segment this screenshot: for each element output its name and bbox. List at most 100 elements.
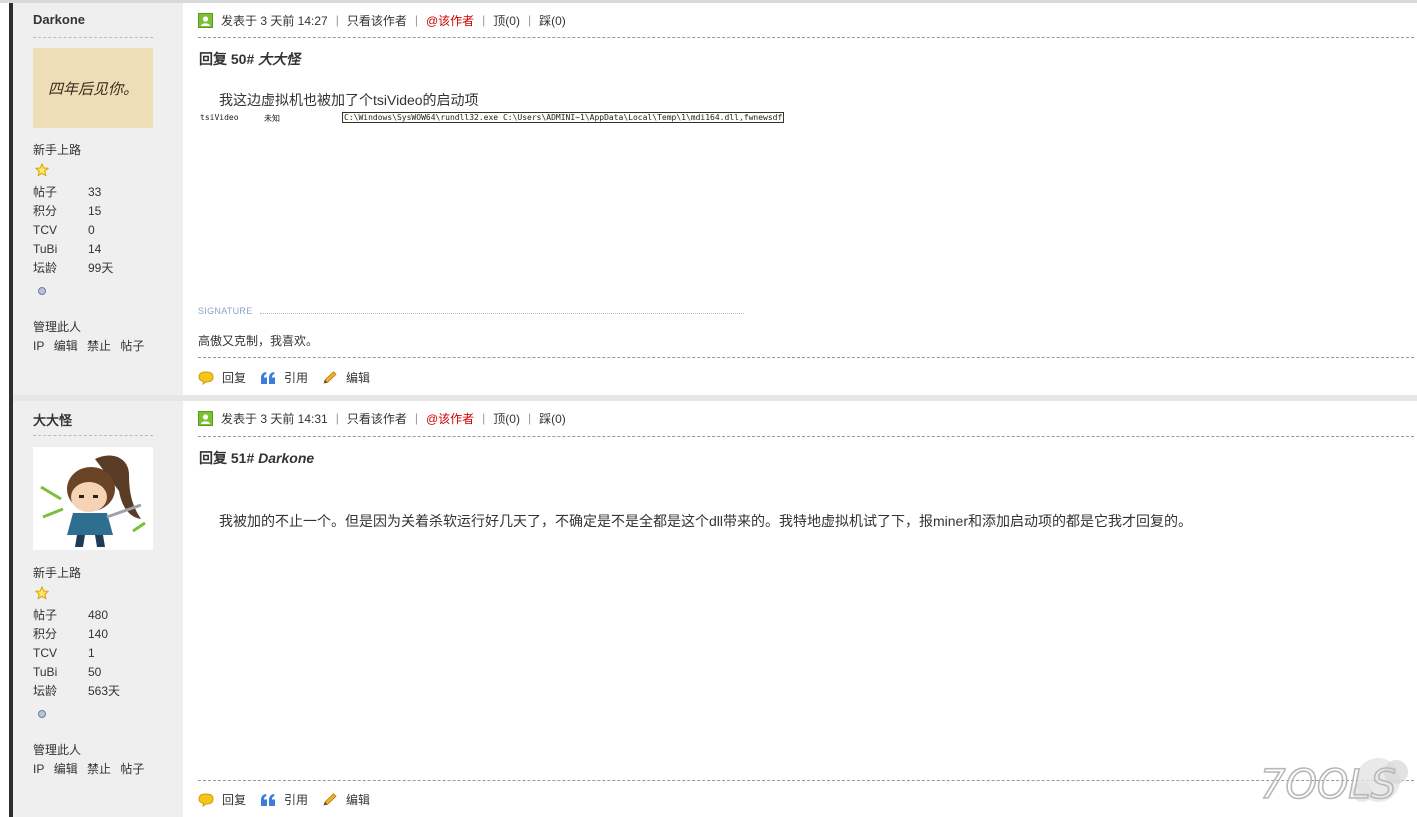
reply-icon	[198, 370, 214, 385]
stat-label: TCV	[33, 222, 57, 237]
manage-ip-link[interactable]: IP	[33, 762, 44, 776]
reply-to-user[interactable]: Darkone	[258, 450, 314, 466]
post-content: 我这边虚拟机也被加了个tsiVideo的启动项	[219, 92, 479, 108]
user-stats: 帖子 33 积分 15 TCV 0 TuBi 14 坛龄 99天	[31, 182, 115, 277]
user-group: 新手上路	[33, 566, 82, 580]
online-status-icon	[38, 287, 46, 295]
separator: |	[527, 411, 532, 425]
stat-value: 140	[88, 626, 109, 641]
divider	[198, 780, 1414, 781]
stat-label: TuBi	[33, 241, 58, 256]
registry-entry: tsiVideo 未知 C:\Windows\SysWOW64\rundll32…	[200, 112, 785, 123]
stat-label: 帖子	[33, 185, 58, 199]
stat-value: 563天	[88, 684, 121, 698]
post-time: 发表于 3 天前 14:31	[221, 411, 328, 426]
pencil-icon	[323, 792, 337, 806]
registry-command: C:\Windows\SysWOW64\rundll32.exe C:\User…	[342, 112, 785, 123]
online-status-icon	[38, 710, 46, 718]
edit-label: 编辑	[346, 371, 371, 385]
manage-posts-link[interactable]: 帖子	[120, 339, 144, 353]
star-icon	[35, 586, 49, 600]
manage-ip-link[interactable]: IP	[33, 339, 44, 353]
stat-value: 15	[88, 203, 102, 218]
reply-button[interactable]: 回复	[198, 369, 246, 386]
separator: |	[414, 13, 418, 27]
site-watermark: 7OOLS	[1259, 758, 1408, 809]
post-meta: 发表于 3 天前 14:27 | 只看该作者 | @该作者 | 顶(0) | 踩…	[198, 11, 566, 29]
only-author-link[interactable]: 只看该作者	[347, 12, 407, 29]
stat-label: 积分	[33, 627, 58, 641]
divider	[33, 435, 153, 436]
divider	[198, 37, 1414, 38]
separator: |	[335, 411, 339, 425]
avatar[interactable]	[33, 447, 153, 550]
avatar[interactable]: 四年后见你。	[33, 48, 153, 128]
reply-label: 回复	[222, 371, 247, 385]
reply-number: 回复 51#	[199, 450, 255, 466]
quote-icon	[261, 793, 276, 806]
quote-icon	[261, 371, 276, 384]
stat-label: 帖子	[33, 608, 58, 622]
author-name[interactable]: 大大怪	[33, 410, 72, 429]
separator: |	[414, 411, 418, 425]
upvote-link[interactable]: 顶(0)	[493, 12, 520, 29]
mention-author-link[interactable]: @该作者	[426, 12, 474, 29]
separator: |	[335, 13, 339, 27]
post-icon	[198, 410, 213, 426]
manage-ban-link[interactable]: 禁止	[87, 762, 111, 776]
quote-button[interactable]: 引用	[260, 369, 308, 386]
pencil-icon	[323, 370, 337, 384]
post-content: 我被加的不止一个。但是因为关着杀软运行好几天了，不确定是不是全都是这个dll带来…	[219, 513, 1193, 529]
star-icon	[35, 163, 49, 177]
manage-links: IP 编辑 禁止 帖子	[33, 337, 150, 354]
divider	[198, 436, 1414, 437]
post-actions: 回复 引用 编辑	[198, 791, 384, 808]
quote-label: 引用	[284, 793, 309, 807]
quote-label: 引用	[284, 371, 309, 385]
stat-value: 0	[88, 222, 95, 237]
stat-value[interactable]: 33	[86, 182, 115, 201]
post-title: 回复 50# 大大怪	[199, 49, 300, 69]
post-icon	[198, 12, 213, 28]
reply-to-user[interactable]: 大大怪	[258, 51, 300, 67]
post-main: 发表于 3 天前 14:27 | 只看该作者 | @该作者 | 顶(0) | 踩…	[198, 3, 1414, 395]
downvote-link[interactable]: 踩(0)	[539, 12, 566, 29]
mention-author-link[interactable]: @该作者	[426, 410, 474, 427]
avatar-text: 四年后见你。	[48, 80, 138, 98]
stat-label: TuBi	[33, 664, 58, 679]
edit-button[interactable]: 编辑	[322, 791, 370, 808]
reply-label: 回复	[222, 793, 247, 807]
downvote-link[interactable]: 踩(0)	[539, 410, 566, 427]
signature-text: 高傲又克制，我喜欢。	[198, 334, 319, 348]
edit-button[interactable]: 编辑	[322, 369, 370, 386]
separator: |	[482, 411, 486, 425]
stat-value: 1	[88, 645, 95, 660]
registry-name: tsiVideo	[200, 113, 239, 122]
manage-user-label: 管理此人	[33, 320, 82, 334]
author-name[interactable]: Darkone	[33, 12, 85, 27]
reply-button[interactable]: 回复	[198, 791, 246, 808]
separator: |	[482, 13, 486, 27]
signature-label: SIGNATURE	[198, 306, 253, 316]
upvote-link[interactable]: 顶(0)	[493, 410, 520, 427]
manage-ban-link[interactable]: 禁止	[87, 339, 111, 353]
stat-label: TCV	[33, 645, 57, 660]
stat-value[interactable]: 480	[86, 605, 122, 624]
stat-label: 积分	[33, 204, 58, 218]
manage-user-label: 管理此人	[33, 743, 82, 757]
manage-edit-link[interactable]: 编辑	[54, 762, 78, 776]
registry-publisher: 未知	[264, 114, 280, 123]
forum-post: Darkone 四年后见你。 新手上路 帖子 33 积分 15 TCV 0 TuBi 1…	[13, 3, 1417, 395]
stat-label: 坛龄	[33, 261, 58, 275]
stat-value: 50	[88, 664, 102, 679]
divider	[33, 37, 153, 38]
quote-button[interactable]: 引用	[260, 791, 308, 808]
manage-edit-link[interactable]: 编辑	[54, 339, 78, 353]
only-author-link[interactable]: 只看该作者	[347, 410, 407, 427]
divider	[198, 357, 1414, 358]
watermark-text: 7OOLS	[1260, 762, 1396, 808]
manage-posts-link[interactable]: 帖子	[120, 762, 144, 776]
post-actions: 回复 引用 编辑	[198, 369, 384, 386]
reply-icon	[198, 792, 214, 807]
post-title: 回复 51# Darkone	[199, 448, 314, 468]
